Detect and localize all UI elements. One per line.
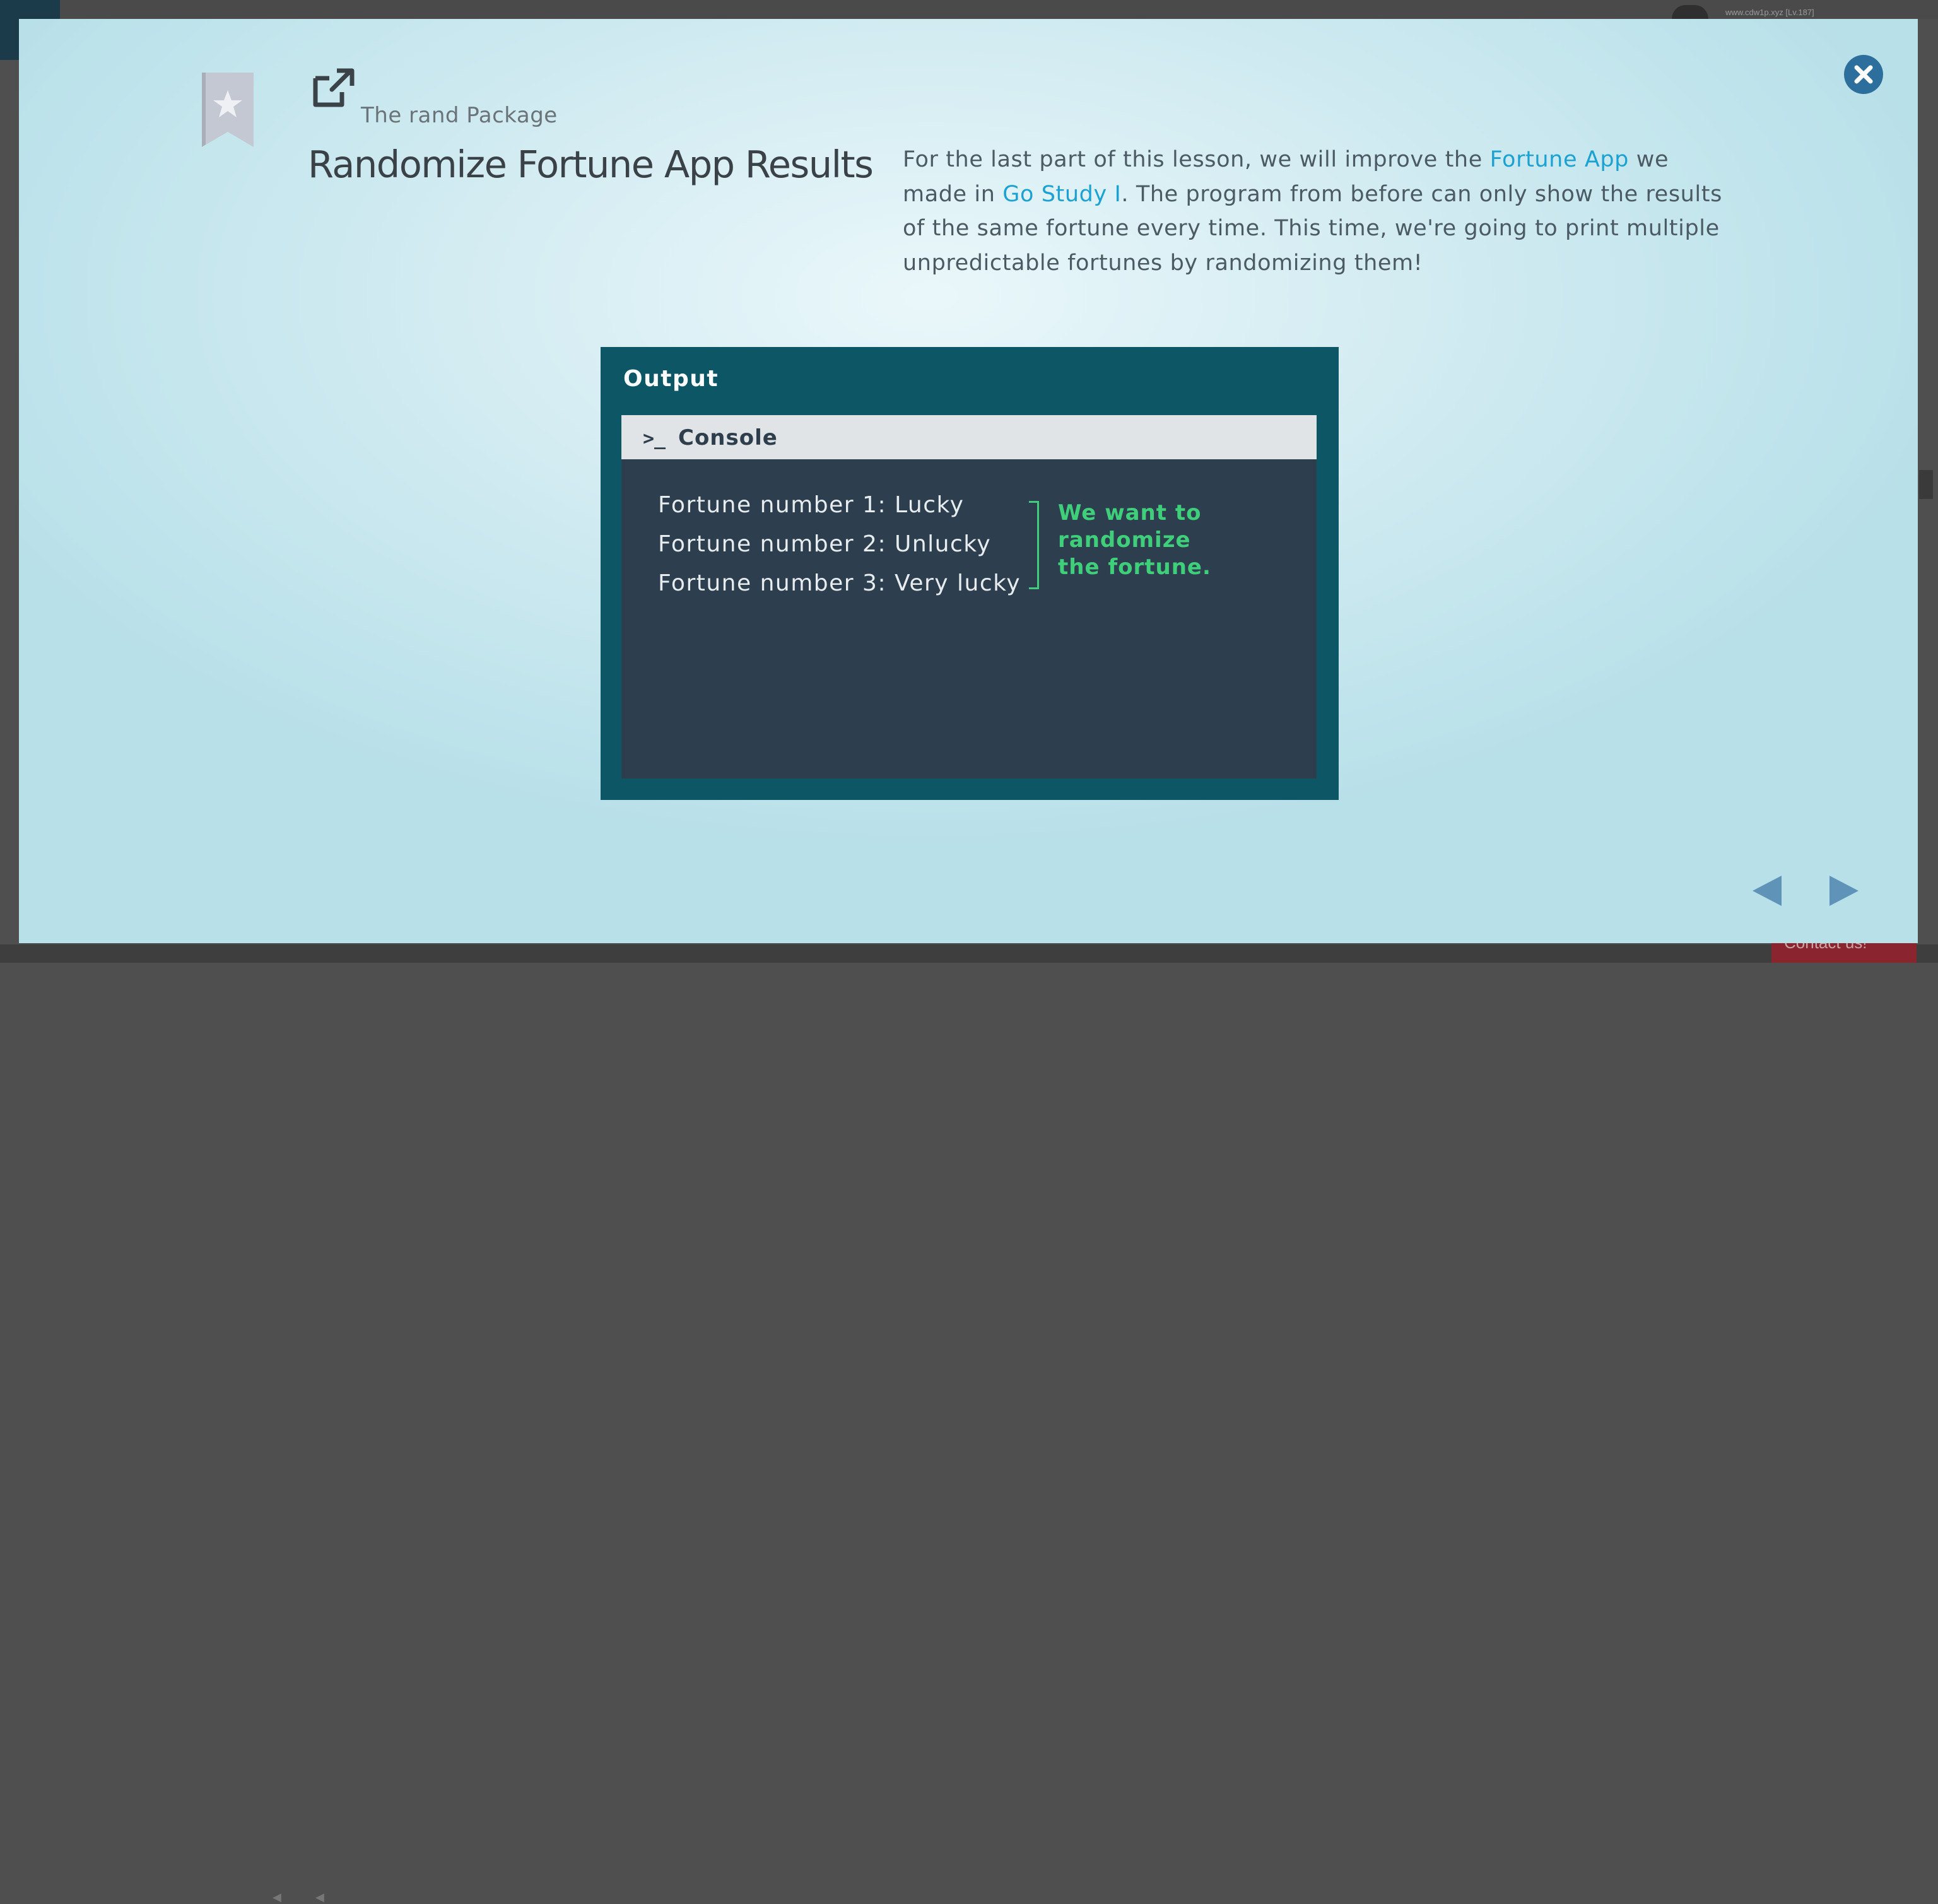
background-bottom-bar: ◀ ◀ (0, 944, 1938, 1903)
console-line-1: Fortune number 1: Lucky (658, 492, 965, 518)
prev-button[interactable] (1751, 874, 1783, 907)
description-text-1: For the last part of this lesson, we wil… (903, 147, 1490, 172)
next-button[interactable] (1828, 874, 1860, 907)
console-output: Fortune number 1: Lucky Fortune number 2… (621, 459, 1317, 779)
console-label: Console (678, 425, 778, 450)
close-button[interactable] (1844, 55, 1883, 94)
background-url-text: www.cdw1p.xyz [Lv.187] (1725, 8, 1814, 17)
annotation-bracket (1029, 501, 1039, 589)
next-arrow-icon (1829, 876, 1859, 906)
output-label: Output (623, 366, 719, 392)
console-line-2: Fortune number 2: Unlucky (658, 531, 992, 557)
annotation-note: We want to randomize the fortune. (1058, 500, 1211, 580)
background-top-bar (0, 0, 1938, 19)
prev-arrow-icon (1753, 876, 1782, 906)
console-line-3: Fortune number 3: Very lucky (658, 570, 1021, 596)
go-study-link[interactable]: Go Study I (1002, 182, 1121, 207)
background-scrollbar (1919, 470, 1933, 499)
lesson-description: For the last part of this lesson, we wil… (903, 143, 1723, 280)
scroll-right-icon: ◀ (315, 1891, 324, 1903)
lesson-title: Randomize Fortune App Results (308, 143, 874, 186)
lesson-modal: The rand Package Randomize Fortune App R… (19, 19, 1918, 943)
external-link-icon (310, 68, 356, 109)
fortune-app-link[interactable]: Fortune App (1490, 147, 1629, 172)
terminal-prompt-icon: >_ (643, 428, 666, 450)
bookmark-star-icon[interactable] (202, 73, 254, 147)
console-header: >_ Console (621, 415, 1317, 459)
output-figure: Output >_ Console Fortune number 1: Luck… (601, 347, 1339, 800)
scroll-left-icon: ◀ (273, 1891, 281, 1903)
close-icon (1854, 65, 1873, 84)
lesson-subtitle: The rand Package (361, 103, 558, 128)
